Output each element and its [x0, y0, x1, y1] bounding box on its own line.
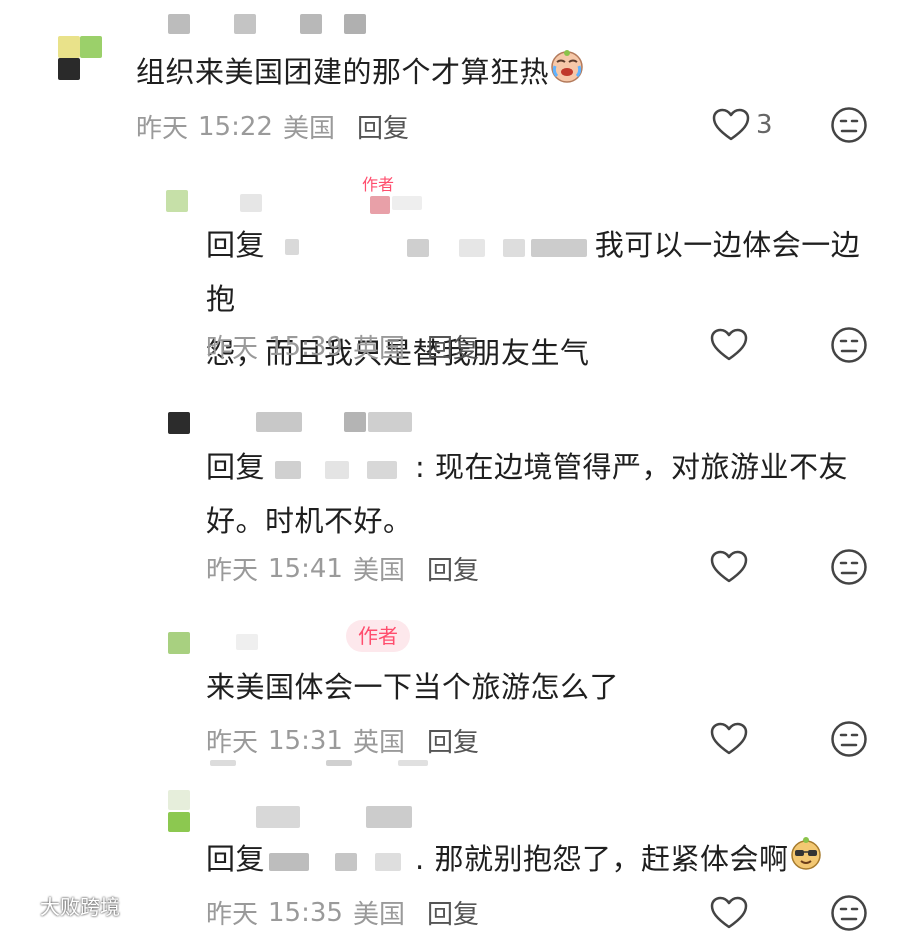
- like-button[interactable]: 3: [712, 108, 773, 142]
- comment-location: 英国: [352, 334, 405, 364]
- comment-meta: 昨天 15:31 英国 回复: [206, 722, 479, 759]
- like-button[interactable]: [710, 550, 748, 584]
- mention-blurred[interactable]: [265, 457, 415, 481]
- comment-text: 回复 . 那就别抱怨了，赶紧体会啊: [206, 832, 886, 888]
- meh-face-icon: [831, 107, 867, 143]
- watermark-logo-icon: [7, 899, 34, 912]
- comment-time: 15:22: [198, 111, 273, 142]
- comment-meta: 昨天 15:39 英国 回复: [206, 328, 479, 365]
- comment-meta: 昨天 15:35 美国 回复: [206, 894, 479, 931]
- comment-body: 来美国体会一下当个旅游怎么了: [206, 670, 620, 704]
- avatar[interactable]: [166, 190, 190, 214]
- meh-face-icon: [831, 327, 867, 363]
- comment-text: 回复 : 现在边境管得严，对旅游业不友 好。时机不好。: [206, 440, 886, 548]
- heart-icon: [710, 722, 748, 755]
- heart-icon: [710, 328, 748, 361]
- watermark: 大败跨境: [6, 891, 120, 920]
- heart-icon: [710, 550, 748, 583]
- meh-face-icon: [831, 721, 867, 757]
- comment-text: 组织来美国团建的那个才算狂热: [136, 45, 585, 101]
- comment-date: 昨天: [206, 900, 259, 930]
- username-blurred[interactable]: [240, 194, 440, 216]
- like-count: 3: [756, 110, 773, 140]
- comment-time: 15:41: [268, 553, 343, 584]
- comment-body: 组织来美国团建的那个才算狂热: [136, 55, 550, 89]
- sunglasses-emoji-icon: [788, 834, 824, 888]
- heart-icon: [712, 108, 750, 141]
- dislike-button[interactable]: [830, 894, 868, 932]
- comment-date: 昨天: [206, 728, 259, 758]
- avatar[interactable]: [168, 790, 192, 834]
- comment-location: 美国: [282, 114, 335, 144]
- avatar[interactable]: [58, 36, 104, 82]
- reply-prefix: 回复: [206, 450, 266, 484]
- comment-body: . 那就别抱怨了，赶紧体会啊: [415, 842, 789, 876]
- blurred-strip: [210, 760, 490, 768]
- username-blurred[interactable]: [168, 14, 368, 36]
- comment-location: 英国: [352, 728, 405, 758]
- dislike-button[interactable]: [830, 326, 868, 364]
- comment-body-line2: 好。时机不好。: [206, 504, 413, 538]
- like-button[interactable]: [710, 328, 748, 362]
- reply-button[interactable]: 回复: [427, 894, 479, 931]
- heart-icon: [710, 896, 748, 929]
- dislike-button[interactable]: [830, 720, 868, 758]
- comment-date: 昨天: [136, 114, 189, 144]
- comment-body: : 现在边境管得严，对旅游业不友: [415, 450, 849, 484]
- crying-emoji-icon: [549, 47, 585, 101]
- reply-button[interactable]: 回复: [427, 550, 479, 587]
- comment-meta: 昨天 15:41 美国 回复: [206, 550, 479, 587]
- reply-prefix: 回复: [206, 228, 266, 262]
- meh-face-icon: [831, 549, 867, 585]
- author-badge: 作者: [362, 175, 395, 194]
- comment-date: 昨天: [206, 334, 259, 364]
- username-blurred[interactable]: [236, 632, 296, 654]
- comment-time: 15:31: [268, 725, 343, 756]
- reply-button[interactable]: 回复: [357, 108, 409, 145]
- dislike-button[interactable]: [830, 548, 868, 586]
- comment-time: 15:35: [268, 897, 343, 928]
- comment-location: 美国: [352, 900, 405, 930]
- avatar[interactable]: [168, 632, 192, 656]
- mention-blurred[interactable]: [265, 849, 415, 873]
- mention-blurred[interactable]: [275, 235, 595, 259]
- reply-button[interactable]: 回复: [427, 722, 479, 759]
- comment-text: 来美国体会一下当个旅游怎么了: [206, 660, 619, 714]
- dislike-button[interactable]: [830, 106, 868, 144]
- comment-date: 昨天: [206, 556, 259, 586]
- avatar[interactable]: [168, 412, 192, 436]
- watermark-text: 大败跨境: [40, 895, 120, 919]
- comment-location: 美国: [352, 556, 405, 586]
- comment-time: 15:39: [268, 331, 343, 362]
- meh-face-icon: [831, 895, 867, 931]
- comment-meta: 昨天 15:22 美国 回复: [136, 108, 409, 145]
- reply-button[interactable]: 回复: [427, 328, 479, 365]
- reply-prefix: 回复: [206, 842, 266, 876]
- author-badge: 作者: [346, 620, 410, 652]
- username-blurred[interactable]: [256, 806, 416, 830]
- like-button[interactable]: [710, 896, 748, 930]
- like-button[interactable]: [710, 722, 748, 756]
- username-blurred[interactable]: [256, 412, 416, 434]
